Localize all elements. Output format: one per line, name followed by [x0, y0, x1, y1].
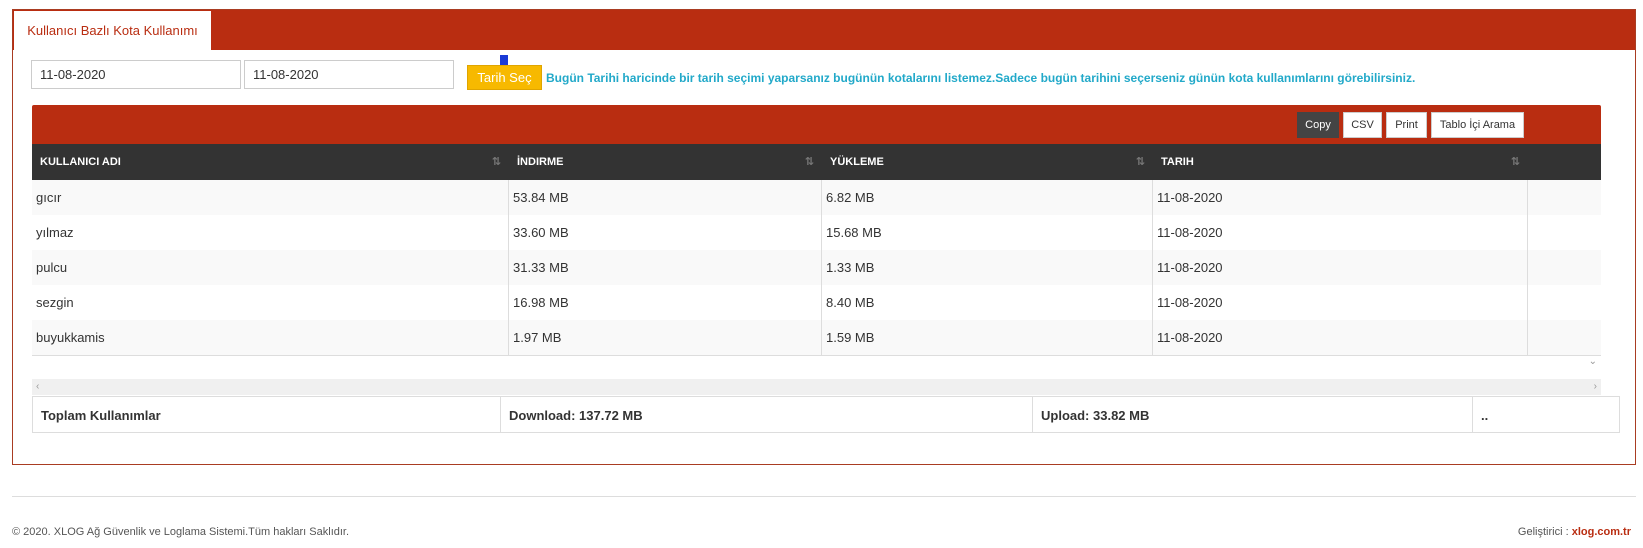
chevron-left-icon[interactable]: ‹ — [36, 381, 39, 392]
totals-download: Download: 137.72 MB — [501, 397, 1033, 432]
sort-icon: ⇅ — [491, 156, 501, 168]
cell-download: 16.98 MB — [509, 285, 822, 320]
cell-username: buyukkamis — [32, 320, 509, 355]
column-header-download[interactable]: İNDIRME ⇅ — [509, 144, 822, 180]
column-header-date[interactable]: TARIH ⇅ — [1153, 144, 1528, 180]
totals-upload: Upload: 33.82 MB — [1033, 397, 1473, 432]
column-header-label: İNDIRME — [517, 156, 564, 168]
column-header-label: KULLANICI ADI — [40, 156, 121, 168]
cell-date: 11-08-2020 — [1153, 285, 1528, 320]
footer-divider — [12, 496, 1636, 497]
csv-button[interactable]: CSV — [1343, 112, 1382, 138]
table-toolbar: Copy CSV Print Tablo İçi Arama — [32, 105, 1601, 144]
table-search-button[interactable]: Tablo İçi Arama — [1431, 112, 1524, 138]
sort-icon: ⇅ — [804, 156, 814, 168]
table-row[interactable]: sezgin 16.98 MB 8.40 MB 11-08-2020 — [32, 285, 1601, 321]
info-text: Bugün Tarihi haricinde bir tarih seçimi … — [546, 71, 1416, 85]
print-button[interactable]: Print — [1386, 112, 1427, 138]
cell-username: yılmaz — [32, 215, 509, 250]
copy-button[interactable]: Copy — [1297, 112, 1339, 138]
cell-upload: 6.82 MB — [822, 180, 1153, 215]
developer-label: Geliştirici : — [1517, 526, 1572, 538]
table-row[interactable]: pulcu 31.33 MB 1.33 MB 11-08-2020 — [32, 250, 1601, 286]
horizontal-scrollbar[interactable]: ‹ › — [32, 379, 1601, 395]
cell-username: gıcır — [32, 180, 509, 215]
column-header-label: YÜKLEME — [830, 156, 884, 168]
totals-row: Toplam Kullanımlar Download: 137.72 MB U… — [32, 396, 1620, 433]
select-date-button[interactable]: Tarih Seç — [467, 65, 542, 90]
cell-username: sezgin — [32, 285, 509, 320]
totals-label: Toplam Kullanımlar — [33, 397, 501, 432]
tab-user-quota[interactable]: Kullanıcı Bazlı Kota Kullanımı — [14, 11, 211, 50]
footer-copyright: © 2020. XLOG Ağ Güvenlik ve Loglama Sist… — [12, 526, 350, 538]
column-header-label: TARIH — [1161, 156, 1194, 168]
cell-download: 1.97 MB — [509, 320, 822, 355]
footer-developer: Geliştirici : xlog.com.tr — [1518, 526, 1631, 538]
cell-download: 33.60 MB — [509, 215, 822, 250]
end-date-input[interactable] — [244, 60, 454, 89]
cell-date: 11-08-2020 — [1153, 320, 1528, 355]
column-header-username[interactable]: KULLANICI ADI ⇅ — [32, 144, 509, 180]
panel-header: Kullanıcı Bazlı Kota Kullanımı — [13, 10, 1635, 50]
table-row[interactable]: buyukkamis 1.97 MB 1.59 MB 11-08-2020 — [32, 320, 1601, 356]
start-date-input[interactable] — [31, 60, 241, 89]
chevron-right-icon[interactable]: › — [1594, 381, 1597, 392]
cell-upload: 1.59 MB — [822, 320, 1153, 355]
vertical-scrollbar[interactable]: ⌄ — [1586, 180, 1601, 380]
column-header-upload[interactable]: YÜKLEME ⇅ — [822, 144, 1153, 180]
cell-download: 31.33 MB — [509, 250, 822, 285]
sort-icon: ⇅ — [1510, 156, 1520, 168]
totals-extra: .. — [1481, 408, 1489, 423]
cell-username: pulcu — [32, 250, 509, 285]
quota-table: Copy CSV Print Tablo İçi Arama KULLANICI… — [32, 105, 1620, 445]
cell-date: 11-08-2020 — [1153, 180, 1528, 215]
table-row[interactable]: yılmaz 33.60 MB 15.68 MB 11-08-2020 — [32, 215, 1601, 251]
chevron-down-icon[interactable]: ⌄ — [1589, 356, 1597, 367]
cell-upload: 1.33 MB — [822, 250, 1153, 285]
table-row[interactable]: gıcır 53.84 MB 6.82 MB 11-08-2020 — [32, 180, 1601, 216]
developer-link[interactable]: xlog.com.tr — [1572, 526, 1631, 538]
table-header: KULLANICI ADI ⇅ İNDIRME ⇅ YÜKLEME ⇅ TARI… — [32, 144, 1601, 180]
cell-upload: 15.68 MB — [822, 215, 1153, 250]
cell-upload: 8.40 MB — [822, 285, 1153, 320]
cell-download: 53.84 MB — [509, 180, 822, 215]
cell-date: 11-08-2020 — [1153, 215, 1528, 250]
cell-date: 11-08-2020 — [1153, 250, 1528, 285]
sort-icon: ⇅ — [1135, 156, 1145, 168]
